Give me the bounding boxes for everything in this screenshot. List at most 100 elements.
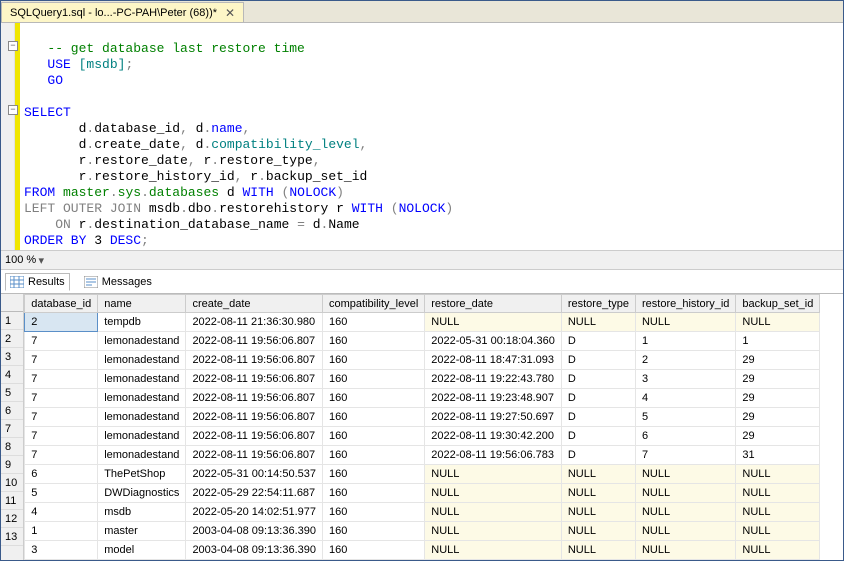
cell[interactable]: NULL	[635, 465, 735, 484]
cell[interactable]: 7	[635, 446, 735, 465]
tab-messages[interactable]: Messages	[80, 274, 156, 290]
cell[interactable]: D	[561, 446, 635, 465]
cell[interactable]: 5	[635, 408, 735, 427]
cell[interactable]: 2003-04-08 09:13:36.390	[186, 522, 323, 541]
cell[interactable]: NULL	[635, 503, 735, 522]
cell[interactable]: D	[561, 332, 635, 351]
cell[interactable]: NULL	[635, 313, 735, 332]
cell[interactable]: NULL	[635, 484, 735, 503]
cell[interactable]: NULL	[425, 484, 562, 503]
cell[interactable]: 7	[25, 408, 98, 427]
cell[interactable]: NULL	[736, 313, 820, 332]
cell[interactable]: 2022-05-31 00:18:04.360	[425, 332, 562, 351]
cell[interactable]: 2022-08-11 19:56:06.807	[186, 351, 323, 370]
sql-editor[interactable]: − -- get database last restore time USE …	[1, 23, 843, 250]
cell[interactable]: 2022-08-11 19:56:06.807	[186, 427, 323, 446]
cell[interactable]: 29	[736, 408, 820, 427]
row-number[interactable]: 7	[1, 420, 23, 438]
cell[interactable]: 160	[323, 351, 425, 370]
row-number[interactable]: 1	[1, 312, 23, 330]
row-number[interactable]: 5	[1, 384, 23, 402]
cell[interactable]: lemonadestand	[98, 351, 186, 370]
cell[interactable]: NULL	[736, 465, 820, 484]
cell[interactable]: NULL	[736, 541, 820, 560]
table-row[interactable]: 6ThePetShop2022-05-31 00:14:50.537160NUL…	[25, 465, 820, 484]
cell[interactable]: NULL	[561, 465, 635, 484]
cell[interactable]: 6	[25, 465, 98, 484]
row-number[interactable]: 12	[1, 510, 23, 528]
cell[interactable]: D	[561, 389, 635, 408]
cell[interactable]: 4	[25, 503, 98, 522]
cell[interactable]: NULL	[561, 313, 635, 332]
cell[interactable]: 160	[323, 446, 425, 465]
cell[interactable]: NULL	[635, 522, 735, 541]
table-row[interactable]: 7lemonadestand2022-08-11 19:56:06.807160…	[25, 389, 820, 408]
close-icon[interactable]: ✕	[223, 6, 237, 20]
table-row[interactable]: 7lemonadestand2022-08-11 19:56:06.807160…	[25, 427, 820, 446]
cell[interactable]: NULL	[425, 522, 562, 541]
cell[interactable]: 2022-08-11 19:27:50.697	[425, 408, 562, 427]
cell[interactable]: NULL	[561, 484, 635, 503]
row-number[interactable]: 11	[1, 492, 23, 510]
cell[interactable]: 29	[736, 370, 820, 389]
cell[interactable]: 3	[635, 370, 735, 389]
cell[interactable]: 160	[323, 484, 425, 503]
cell[interactable]: 6	[635, 427, 735, 446]
cell[interactable]: NULL	[425, 503, 562, 522]
row-number[interactable]: 13	[1, 528, 23, 546]
cell[interactable]: lemonadestand	[98, 427, 186, 446]
cell[interactable]: 160	[323, 313, 425, 332]
cell[interactable]: 29	[736, 427, 820, 446]
cell[interactable]: 160	[323, 408, 425, 427]
cell[interactable]: lemonadestand	[98, 408, 186, 427]
column-header[interactable]: restore_type	[561, 295, 635, 313]
results-grid-pane[interactable]: 12345678910111213 database_idnamecreate_…	[1, 294, 843, 560]
table-row[interactable]: 3model2003-04-08 09:13:36.390160NULLNULL…	[25, 541, 820, 560]
cell[interactable]: 160	[323, 541, 425, 560]
cell[interactable]: lemonadestand	[98, 389, 186, 408]
cell[interactable]: msdb	[98, 503, 186, 522]
cell[interactable]: 2	[25, 313, 98, 332]
cell[interactable]: 1	[25, 522, 98, 541]
cell[interactable]: 2022-08-11 19:30:42.200	[425, 427, 562, 446]
column-header[interactable]: create_date	[186, 295, 323, 313]
column-header[interactable]: name	[98, 295, 186, 313]
column-header[interactable]: database_id	[25, 295, 98, 313]
cell[interactable]: NULL	[561, 522, 635, 541]
tab-results[interactable]: Results	[5, 273, 70, 291]
cell[interactable]: 2003-04-08 09:13:36.390	[186, 541, 323, 560]
row-number[interactable]: 10	[1, 474, 23, 492]
table-row[interactable]: 1master2003-04-08 09:13:36.390160NULLNUL…	[25, 522, 820, 541]
cell[interactable]: DWDiagnostics	[98, 484, 186, 503]
cell[interactable]: D	[561, 408, 635, 427]
row-number[interactable]: 2	[1, 330, 23, 348]
row-number[interactable]: 4	[1, 366, 23, 384]
cell[interactable]: 7	[25, 332, 98, 351]
cell[interactable]: 3	[25, 541, 98, 560]
cell[interactable]: lemonadestand	[98, 332, 186, 351]
cell[interactable]: NULL	[425, 313, 562, 332]
cell[interactable]: 2022-08-11 19:56:06.783	[425, 446, 562, 465]
cell[interactable]: D	[561, 370, 635, 389]
cell[interactable]: 7	[25, 370, 98, 389]
cell[interactable]: NULL	[425, 541, 562, 560]
cell[interactable]: 160	[323, 389, 425, 408]
cell[interactable]: NULL	[736, 484, 820, 503]
document-tab[interactable]: SQLQuery1.sql - lo...-PC-PAH\Peter (68))…	[1, 2, 244, 22]
cell[interactable]: NULL	[635, 541, 735, 560]
cell[interactable]: 1	[635, 332, 735, 351]
cell[interactable]: 2022-08-11 18:47:31.093	[425, 351, 562, 370]
table-row[interactable]: 7lemonadestand2022-08-11 19:56:06.807160…	[25, 332, 820, 351]
cell[interactable]: lemonadestand	[98, 370, 186, 389]
column-header[interactable]: backup_set_id	[736, 295, 820, 313]
cell[interactable]: 7	[25, 446, 98, 465]
column-header[interactable]: restore_date	[425, 295, 562, 313]
table-row[interactable]: 7lemonadestand2022-08-11 19:56:06.807160…	[25, 351, 820, 370]
table-row[interactable]: 5DWDiagnostics2022-05-29 22:54:11.687160…	[25, 484, 820, 503]
cell[interactable]: 2022-08-11 19:56:06.807	[186, 370, 323, 389]
cell[interactable]: 2022-08-11 19:23:48.907	[425, 389, 562, 408]
column-header[interactable]: compatibility_level	[323, 295, 425, 313]
cell[interactable]: 160	[323, 332, 425, 351]
collapse-icon[interactable]: −	[8, 105, 18, 115]
cell[interactable]: 2	[635, 351, 735, 370]
